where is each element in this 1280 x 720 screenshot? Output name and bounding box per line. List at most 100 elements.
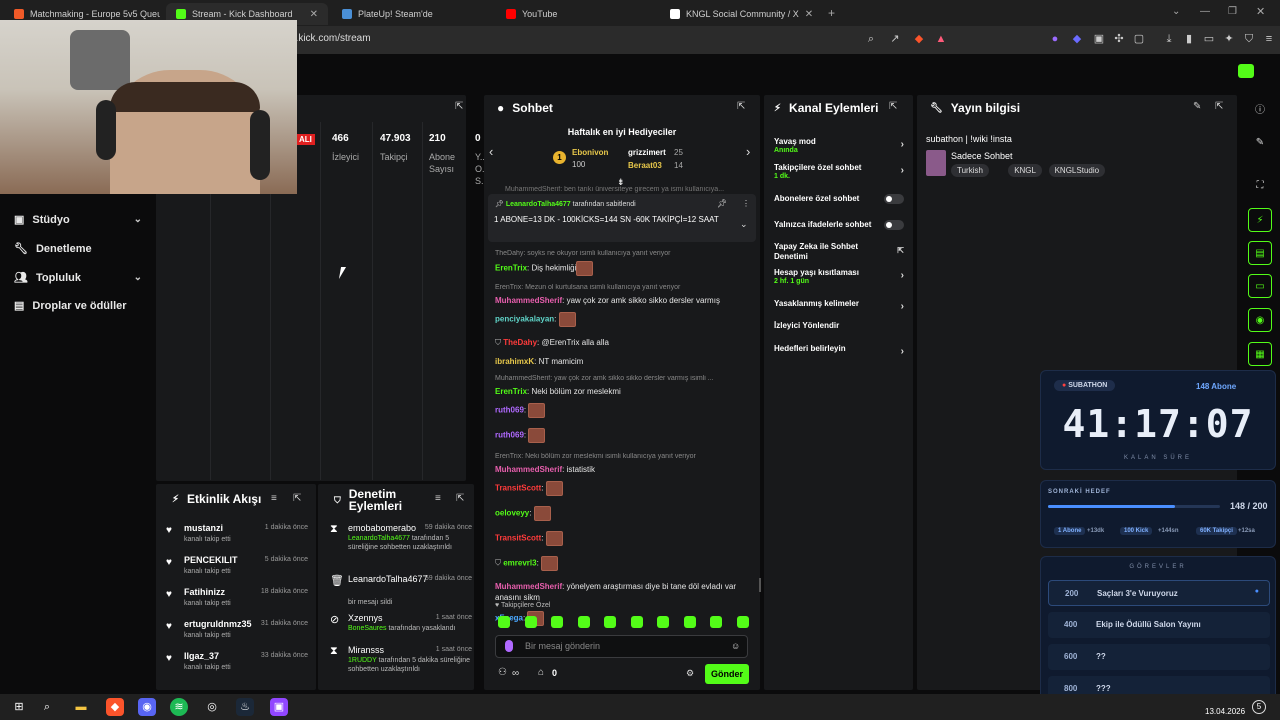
mod-target-name[interactable]: emobabomerabo bbox=[348, 523, 416, 533]
close-tab-icon[interactable]: ✕ bbox=[310, 9, 318, 20]
notification-icon[interactable]: 5 bbox=[1252, 700, 1266, 714]
steam-icon[interactable]: ♨ bbox=[236, 698, 254, 716]
emoji-icon[interactable]: ☺ bbox=[731, 641, 740, 651]
emote-picker-icon[interactable] bbox=[604, 616, 616, 628]
url-field[interactable]: d.kick.com/stream bbox=[290, 33, 371, 44]
quick-bolt-icon[interactable]: ⚡︎ bbox=[1248, 208, 1272, 232]
quick-broadcast-icon[interactable]: ◉ bbox=[1248, 308, 1272, 332]
chat-username[interactable]: ErenTrix bbox=[495, 387, 527, 396]
emote-picker-icon[interactable] bbox=[524, 616, 537, 628]
sidebar-item-drops[interactable]: ▤ Droplar ve ödüller bbox=[14, 299, 142, 313]
menu-icon[interactable]: ≡ bbox=[1262, 32, 1276, 46]
fullscreen-icon[interactable]: ⛶ bbox=[1248, 173, 1272, 197]
chat-message[interactable]: TransitScott: bbox=[495, 481, 750, 496]
mod-target-name[interactable]: LeanardoTalha4677 bbox=[348, 574, 428, 584]
chevron-down-icon[interactable]: ⌄ bbox=[740, 219, 748, 230]
brave-icon[interactable]: ◆ bbox=[106, 698, 124, 716]
toggle-switch[interactable] bbox=[884, 220, 904, 230]
file-explorer-icon[interactable]: ▬ bbox=[72, 698, 90, 716]
popout-icon[interactable]: ⇱ bbox=[889, 101, 897, 112]
extension-icon[interactable]: ● bbox=[1048, 32, 1062, 46]
screenshot-icon[interactable]: ▢ bbox=[1132, 32, 1146, 46]
unpin-icon[interactable]: 📌︎ bbox=[717, 199, 727, 208]
popout-icon[interactable]: ⇱ bbox=[737, 101, 745, 112]
edit-icon[interactable]: ✎ bbox=[1193, 101, 1201, 112]
close-tab-icon[interactable]: ✕ bbox=[805, 9, 813, 20]
sidebar-icon[interactable]: ▮ bbox=[1182, 32, 1196, 46]
chat-message[interactable]: MuhammedSherif: yaw çok zor amk sikko si… bbox=[495, 295, 750, 306]
emote-picker-icon[interactable] bbox=[683, 616, 696, 628]
close-window-icon[interactable]: ✕ bbox=[1256, 5, 1265, 18]
windows-start-icon[interactable]: ⊞ bbox=[10, 698, 28, 716]
discord-icon[interactable]: ◉ bbox=[138, 698, 156, 716]
chat-username[interactable]: TheDahy bbox=[503, 338, 537, 347]
chat-message[interactable]: MuhammedSherif: yönelyem araştırması diy… bbox=[495, 581, 750, 603]
moderator-name[interactable]: BoneSaures bbox=[348, 625, 387, 632]
channel-action-item[interactable]: Hedefleri belirleyin › bbox=[774, 344, 904, 357]
channel-action-item[interactable]: Yavaş mod Anında › bbox=[774, 137, 904, 154]
stream-tag[interactable]: KNGLStudio bbox=[1048, 164, 1106, 177]
activity-username[interactable]: Fatihinizz bbox=[184, 587, 225, 597]
send-button[interactable]: Gönder bbox=[705, 664, 749, 684]
chat-username[interactable]: TransitScott bbox=[495, 484, 541, 493]
chat-message[interactable]: ⛉ TheDahy: @ErenTrix alla alla bbox=[495, 337, 750, 348]
minimize-icon[interactable]: — bbox=[1200, 6, 1210, 17]
twitch-icon[interactable]: ▣ bbox=[270, 698, 288, 716]
store-icon[interactable]: ⌂ bbox=[538, 667, 544, 678]
moderator-name[interactable]: 1RUDDY bbox=[348, 657, 377, 664]
brave-shield-icon[interactable]: ◆ bbox=[912, 32, 926, 46]
chat-username[interactable]: MuhammedSherif bbox=[495, 296, 562, 305]
chat-scrollbar[interactable] bbox=[759, 578, 761, 592]
popout-icon[interactable]: ⇱ bbox=[455, 101, 463, 112]
spotify-icon[interactable]: ≋ bbox=[170, 698, 188, 716]
new-tab-icon[interactable]: + bbox=[828, 6, 835, 20]
chat-username[interactable]: ruth069 bbox=[495, 406, 524, 415]
filter-icon[interactable]: ≡ bbox=[271, 493, 277, 504]
channel-action-item[interactable]: İzleyici Yönlendir bbox=[774, 321, 904, 330]
emote-picker-icon[interactable] bbox=[577, 616, 590, 628]
chat-username[interactable]: oeloveyy bbox=[495, 509, 529, 518]
moderator-name[interactable]: LeanardoTalha4677 bbox=[348, 535, 410, 542]
search-icon[interactable]: ⌕ bbox=[38, 698, 56, 716]
chat-message[interactable]: oeloveyy: bbox=[495, 506, 750, 521]
puzzle-icon[interactable]: ✣ bbox=[1112, 32, 1126, 46]
settings-icon[interactable]: ⚙ bbox=[686, 668, 694, 679]
chat-username[interactable]: ErenTrix bbox=[495, 264, 527, 273]
quick-card-icon[interactable]: ▤ bbox=[1248, 241, 1272, 265]
chat-message[interactable]: ruth069: bbox=[495, 403, 750, 418]
popout-icon[interactable]: ⇱ bbox=[456, 493, 464, 504]
chevron-left-icon[interactable]: ‹ bbox=[489, 144, 493, 159]
more-icon[interactable]: ⋮ bbox=[742, 199, 750, 208]
activity-username[interactable]: PENCEKILIT bbox=[184, 555, 238, 565]
channel-action-item[interactable]: Yasaklanmış kelimeler › bbox=[774, 299, 904, 312]
pencil-icon[interactable]: ✎ bbox=[1248, 130, 1272, 154]
channel-action-item[interactable]: Hesap yaşı kısıtlaması 2 hf. 1 gün › bbox=[774, 268, 904, 285]
emote-picker-icon[interactable] bbox=[736, 616, 749, 628]
users-icon[interactable]: ⚇ bbox=[498, 667, 507, 678]
chat-message[interactable]: ruth069: bbox=[495, 428, 750, 443]
channel-action-item[interactable]: Yapay Zeka ile Sohbet Denetimi ⇱ bbox=[774, 242, 904, 262]
popout-icon[interactable]: ⇱ bbox=[293, 493, 301, 504]
chat-message[interactable]: ErenTrix: Diş hekimliği bbox=[495, 261, 750, 276]
vpn-icon[interactable]: ⛉ bbox=[1242, 32, 1256, 46]
share-icon[interactable]: ↗ bbox=[888, 32, 902, 46]
chat-username[interactable]: TransitScott bbox=[495, 534, 541, 543]
emote-picker-icon[interactable] bbox=[657, 616, 669, 628]
channel-action-item[interactable]: Yalnızca ifadelerle sohbet bbox=[774, 220, 904, 230]
emote-picker-icon[interactable] bbox=[551, 616, 563, 628]
chat-message[interactable]: ErenTrix: Neki bölüm zor meslekmi bbox=[495, 386, 750, 397]
emote-picker-icon[interactable] bbox=[498, 616, 510, 628]
sidebar-item-moderation[interactable]: 🔧︎ Denetleme bbox=[14, 242, 142, 256]
chat-username[interactable]: penciyakalayan bbox=[495, 315, 554, 324]
extension-icon[interactable]: ▣ bbox=[1092, 32, 1106, 46]
popout-icon[interactable]: ⇱ bbox=[1215, 101, 1223, 112]
channel-action-item[interactable]: Takipçilere özel sohbet 1 dk. › bbox=[774, 163, 904, 180]
chat-username[interactable]: emrevrl3 bbox=[503, 559, 536, 568]
stream-tag[interactable]: KNGL bbox=[1008, 164, 1042, 177]
activity-username[interactable]: Ilgaz_37 bbox=[184, 651, 219, 661]
activity-username[interactable]: ertugruldnmz35 bbox=[184, 619, 252, 629]
sidebar-item-studio[interactable]: ▣ Stüdyo ⌄ bbox=[14, 213, 142, 227]
chat-message[interactable]: ⛉ emrevrl3: bbox=[495, 556, 750, 571]
download-icon[interactable]: ⤓ bbox=[1162, 32, 1176, 46]
chat-username[interactable]: ruth069 bbox=[495, 431, 524, 440]
